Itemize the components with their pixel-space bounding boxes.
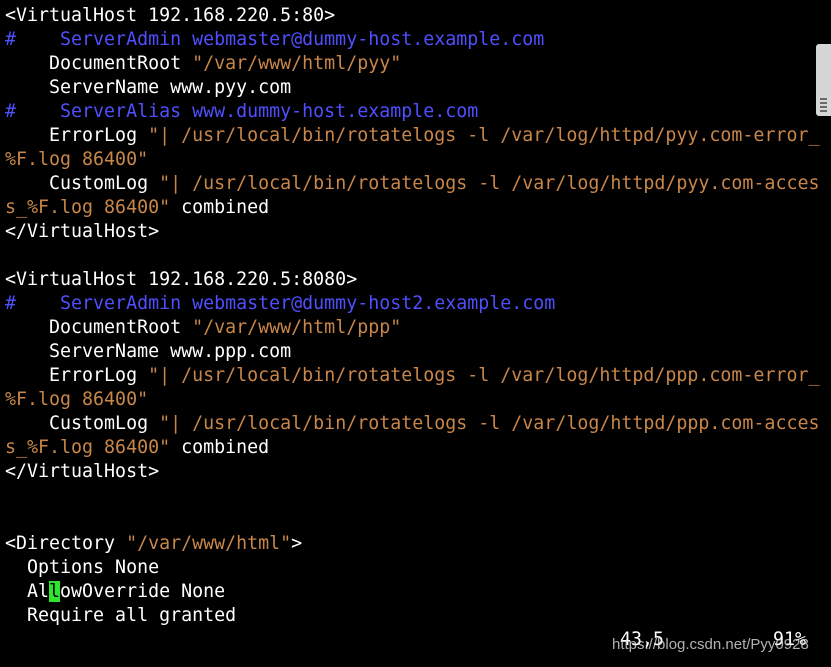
code-text: > — [291, 533, 303, 554]
string-text: "| /usr/local/bin/rotatelogs -l /var/log… — [148, 125, 820, 146]
code-text: </VirtualHost> — [5, 221, 160, 242]
code-text: Require all granted — [5, 605, 237, 626]
scrollbar-grip-line — [820, 102, 827, 104]
text-cursor: l — [49, 581, 61, 602]
code-text: Al — [5, 581, 50, 602]
editor-line: ServerName www.ppp.com — [5, 340, 819, 364]
editor-line: CustomLog "| /usr/local/bin/rotatelogs -… — [5, 172, 819, 196]
string-text: "/var/www/html" — [126, 533, 292, 554]
code-text: owOverride None — [60, 581, 226, 602]
string-text: "/var/www/html/pyy" — [192, 53, 402, 74]
editor-line: s_%F.log 86400" combined — [5, 196, 819, 220]
scrollbar-grip-line — [820, 110, 827, 112]
string-text: "| /usr/local/bin/rotatelogs -l /var/log… — [159, 413, 820, 434]
code-text: CustomLog — [5, 413, 160, 434]
editor-line: ErrorLog "| /usr/local/bin/rotatelogs -l… — [5, 364, 819, 388]
terminal-window[interactable]: <VirtualHost 192.168.220.5:80> # ServerAd… — [0, 0, 831, 667]
editor-text-area[interactable]: <VirtualHost 192.168.220.5:80> # ServerAd… — [5, 4, 819, 628]
editor-line: DocumentRoot "/var/www/html/ppp" — [5, 316, 819, 340]
code-text: <VirtualHost 192.168.220.5:8080> — [5, 269, 358, 290]
editor-line: # ServerAlias www.dummy-host.example.com — [5, 100, 819, 124]
editor-line: <Directory "/var/www/html"> — [5, 532, 819, 556]
code-text: Options None — [5, 557, 160, 578]
editor-line: ServerName www.pyy.com — [5, 76, 819, 100]
comment-text: # ServerAdmin webmaster@dummy-host.examp… — [5, 29, 545, 50]
editor-line: </VirtualHost> — [5, 220, 819, 244]
string-text: "| /usr/local/bin/rotatelogs -l /var/log… — [159, 173, 820, 194]
watermark-text: https://blog.csdn.net/Pyy0928 — [612, 636, 809, 653]
editor-line: <VirtualHost 192.168.220.5:80> — [5, 4, 819, 28]
string-text: "| /usr/local/bin/rotatelogs -l /var/log… — [148, 365, 820, 386]
string-text: s_%F.log 86400" — [5, 197, 171, 218]
editor-line: # ServerAdmin webmaster@dummy-host.examp… — [5, 28, 819, 52]
comment-text: # ServerAdmin webmaster@dummy-host2.exam… — [5, 293, 556, 314]
editor-line: %F.log 86400" — [5, 148, 819, 172]
code-text: ErrorLog — [5, 365, 149, 386]
code-text: </VirtualHost> — [5, 461, 160, 482]
comment-text: # ServerAlias www.dummy-host.example.com — [5, 101, 479, 122]
code-text: combined — [170, 437, 270, 458]
editor-line: CustomLog "| /usr/local/bin/rotatelogs -… — [5, 412, 819, 436]
scrollbar-thumb[interactable] — [816, 44, 831, 116]
string-text: %F.log 86400" — [5, 149, 149, 170]
string-text: %F.log 86400" — [5, 389, 149, 410]
code-text: DocumentRoot — [5, 53, 193, 74]
editor-line: # ServerAdmin webmaster@dummy-host2.exam… — [5, 292, 819, 316]
editor-line: DocumentRoot "/var/www/html/pyy" — [5, 52, 819, 76]
code-text: combined — [170, 197, 270, 218]
editor-line: <VirtualHost 192.168.220.5:8080> — [5, 268, 819, 292]
editor-line: Require all granted — [5, 604, 819, 628]
code-text: ServerName www.pyy.com — [5, 77, 292, 98]
editor-line: Options None — [5, 556, 819, 580]
editor-line: s_%F.log 86400" combined — [5, 436, 819, 460]
code-text: <VirtualHost 192.168.220.5:80> — [5, 5, 336, 26]
scrollbar-grip-line — [820, 98, 827, 100]
code-text: ErrorLog — [5, 125, 149, 146]
editor-line: %F.log 86400" — [5, 388, 819, 412]
editor-line: ErrorLog "| /usr/local/bin/rotatelogs -l… — [5, 124, 819, 148]
string-text: s_%F.log 86400" — [5, 437, 171, 458]
code-text: DocumentRoot — [5, 317, 193, 338]
code-text: ServerName www.ppp.com — [5, 341, 292, 362]
code-text: CustomLog — [5, 173, 160, 194]
editor-line: </VirtualHost> — [5, 460, 819, 484]
scrollbar-grip-line — [820, 106, 827, 108]
string-text: "/var/www/html/ppp" — [192, 317, 402, 338]
code-text: <Directory — [5, 533, 127, 554]
editor-line: AllowOverride None — [5, 580, 819, 604]
